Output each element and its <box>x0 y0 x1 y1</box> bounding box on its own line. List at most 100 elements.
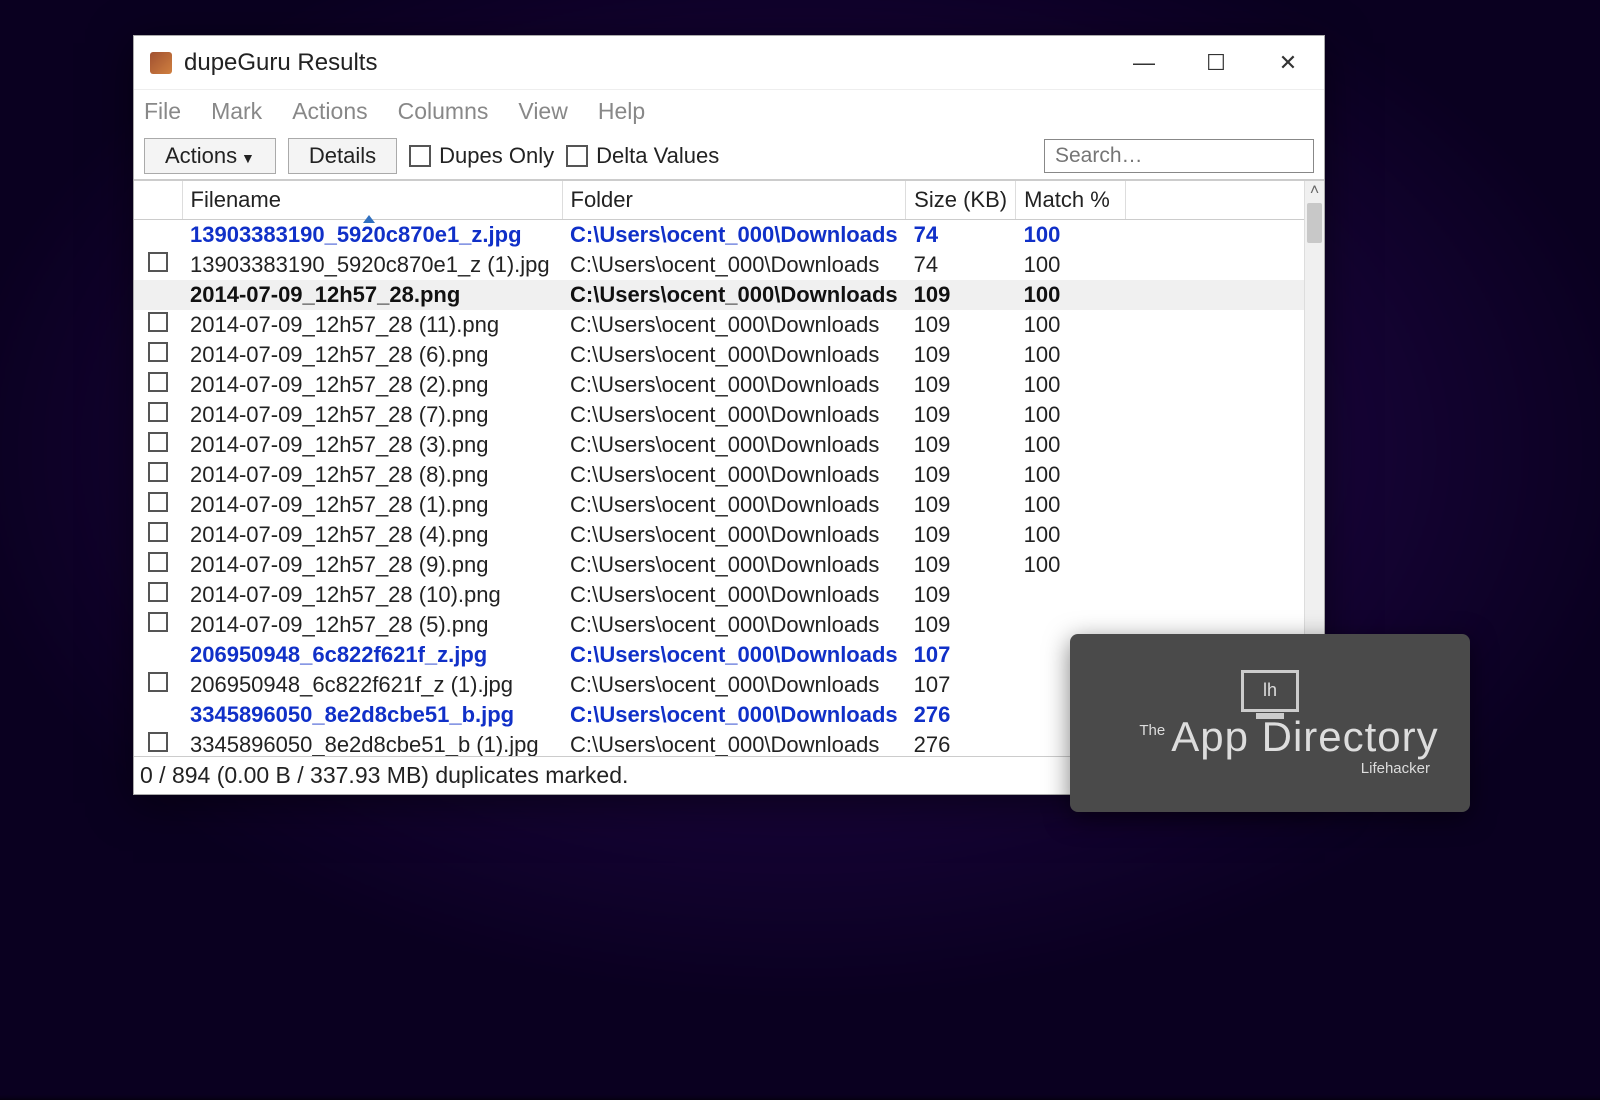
dupes-only-label: Dupes Only <box>439 143 554 169</box>
badge-line3: Lifehacker <box>1361 760 1430 777</box>
cell-filename: 13903383190_5920c870e1_z.jpg <box>182 220 562 251</box>
checkbox-icon[interactable] <box>148 492 168 512</box>
cell-folder: C:\Users\ocent_000\Downloads <box>562 220 906 251</box>
cell-size: 109 <box>906 430 1016 460</box>
actions-dropdown[interactable]: Actions <box>144 138 276 174</box>
checkbox-icon[interactable] <box>148 252 168 272</box>
cell-match: 100 <box>1016 280 1126 310</box>
table-row[interactable]: 2014-07-09_12h57_28 (11).pngC:\Users\oce… <box>134 310 1324 340</box>
cell-folder: C:\Users\ocent_000\Downloads <box>562 550 906 580</box>
table-row[interactable]: 13903383190_5920c870e1_z.jpgC:\Users\oce… <box>134 220 1324 251</box>
cell-match: 100 <box>1016 430 1126 460</box>
cell-size: 109 <box>906 490 1016 520</box>
minimize-button[interactable]: — <box>1108 36 1180 89</box>
row-checkbox-cell[interactable] <box>134 490 182 520</box>
row-checkbox-cell[interactable] <box>134 460 182 490</box>
maximize-button[interactable]: ☐ <box>1180 36 1252 89</box>
cell-size: 109 <box>906 280 1016 310</box>
table-row[interactable]: 2014-07-09_12h57_28 (4).pngC:\Users\ocen… <box>134 520 1324 550</box>
cell-filename: 13903383190_5920c870e1_z (1).jpg <box>182 250 562 280</box>
table-row[interactable]: 2014-07-09_12h57_28 (3).pngC:\Users\ocen… <box>134 430 1324 460</box>
checkbox-icon[interactable] <box>148 372 168 392</box>
menu-view[interactable]: View <box>518 98 567 125</box>
cell-size: 109 <box>906 310 1016 340</box>
col-match[interactable]: Match % <box>1016 181 1126 220</box>
overlay-badge: lh The App Directory Lifehacker <box>1070 634 1470 812</box>
badge-line1: The <box>1139 722 1165 739</box>
checkbox-icon[interactable] <box>148 432 168 452</box>
row-checkbox-cell[interactable] <box>134 520 182 550</box>
cell-filename: 2014-07-09_12h57_28 (10).png <box>182 580 562 610</box>
cell-folder: C:\Users\ocent_000\Downloads <box>562 700 906 730</box>
scroll-thumb[interactable] <box>1307 203 1322 243</box>
checkbox-icon[interactable] <box>148 732 168 752</box>
row-checkbox-cell[interactable] <box>134 550 182 580</box>
row-checkbox-cell[interactable] <box>134 310 182 340</box>
cell-match: 100 <box>1016 340 1126 370</box>
checkbox-icon[interactable] <box>148 402 168 422</box>
row-checkbox-cell[interactable] <box>134 370 182 400</box>
menu-help[interactable]: Help <box>598 98 645 125</box>
monitor-icon-text: lh <box>1263 680 1277 701</box>
cell-size: 109 <box>906 400 1016 430</box>
row-checkbox-cell[interactable] <box>134 400 182 430</box>
checkbox-icon <box>409 145 431 167</box>
cell-filename: 206950948_6c822f621f_z (1).jpg <box>182 670 562 700</box>
col-size[interactable]: Size (KB) <box>906 181 1016 220</box>
cell-match: 100 <box>1016 400 1126 430</box>
table-row[interactable]: 2014-07-09_12h57_28 (2).pngC:\Users\ocen… <box>134 370 1324 400</box>
col-folder[interactable]: Folder <box>562 181 906 220</box>
cell-filename: 2014-07-09_12h57_28.png <box>182 280 562 310</box>
row-checkbox-cell[interactable] <box>134 430 182 460</box>
cell-size: 109 <box>906 370 1016 400</box>
cell-size: 109 <box>906 550 1016 580</box>
details-button[interactable]: Details <box>288 138 397 174</box>
table-row[interactable]: 2014-07-09_12h57_28 (8).pngC:\Users\ocen… <box>134 460 1324 490</box>
checkbox-icon[interactable] <box>148 612 168 632</box>
cell-match: 100 <box>1016 520 1126 550</box>
table-row[interactable]: 13903383190_5920c870e1_z (1).jpgC:\Users… <box>134 250 1324 280</box>
close-button[interactable]: ✕ <box>1252 36 1324 89</box>
row-checkbox-cell <box>134 640 182 670</box>
table-row[interactable]: 2014-07-09_12h57_28 (6).pngC:\Users\ocen… <box>134 340 1324 370</box>
col-checkbox[interactable] <box>134 181 182 220</box>
search-input[interactable] <box>1044 139 1314 173</box>
cell-spacer <box>1126 550 1324 580</box>
cell-folder: C:\Users\ocent_000\Downloads <box>562 730 906 756</box>
row-checkbox-cell[interactable] <box>134 250 182 280</box>
titlebar[interactable]: dupeGuru Results — ☐ ✕ <box>134 36 1324 90</box>
table-row[interactable]: 2014-07-09_12h57_28 (9).pngC:\Users\ocen… <box>134 550 1324 580</box>
table-row[interactable]: 2014-07-09_12h57_28 (1).pngC:\Users\ocen… <box>134 490 1324 520</box>
cell-size: 74 <box>906 220 1016 251</box>
cell-folder: C:\Users\ocent_000\Downloads <box>562 400 906 430</box>
menu-columns[interactable]: Columns <box>398 98 489 125</box>
cell-spacer <box>1126 370 1324 400</box>
row-checkbox-cell[interactable] <box>134 340 182 370</box>
checkbox-icon[interactable] <box>148 342 168 362</box>
row-checkbox-cell[interactable] <box>134 580 182 610</box>
row-checkbox-cell[interactable] <box>134 730 182 756</box>
col-filename[interactable]: Filename <box>182 181 562 220</box>
checkbox-icon[interactable] <box>148 312 168 332</box>
menu-file[interactable]: File <box>144 98 181 125</box>
scroll-up-icon[interactable]: ˄ <box>1305 181 1324 201</box>
delta-values-checkbox[interactable]: Delta Values <box>566 143 719 169</box>
checkbox-icon[interactable] <box>148 672 168 692</box>
monitor-icon: lh <box>1241 670 1299 712</box>
cell-filename: 3345896050_8e2d8cbe51_b.jpg <box>182 700 562 730</box>
table-row[interactable]: 2014-07-09_12h57_28 (10).pngC:\Users\oce… <box>134 580 1324 610</box>
table-row[interactable]: 2014-07-09_12h57_28 (7).pngC:\Users\ocen… <box>134 400 1324 430</box>
checkbox-icon[interactable] <box>148 522 168 542</box>
row-checkbox-cell[interactable] <box>134 670 182 700</box>
dupes-only-checkbox[interactable]: Dupes Only <box>409 143 554 169</box>
row-checkbox-cell[interactable] <box>134 610 182 640</box>
menu-actions[interactable]: Actions <box>292 98 367 125</box>
window-title: dupeGuru Results <box>184 49 377 77</box>
cell-spacer <box>1126 580 1324 610</box>
cell-filename: 2014-07-09_12h57_28 (1).png <box>182 490 562 520</box>
checkbox-icon[interactable] <box>148 552 168 572</box>
checkbox-icon[interactable] <box>148 582 168 602</box>
checkbox-icon[interactable] <box>148 462 168 482</box>
menu-mark[interactable]: Mark <box>211 98 262 125</box>
table-row[interactable]: 2014-07-09_12h57_28.pngC:\Users\ocent_00… <box>134 280 1324 310</box>
